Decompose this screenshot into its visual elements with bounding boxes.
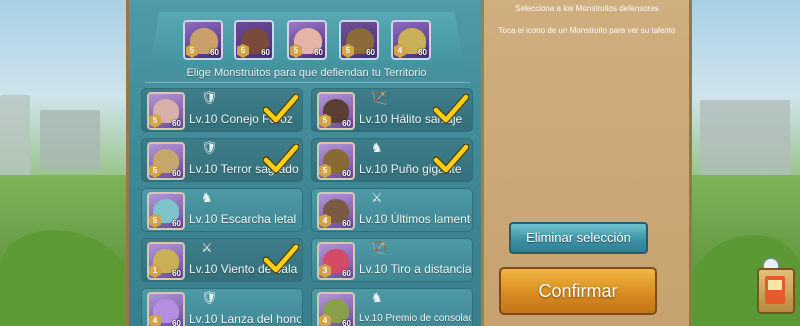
star-rank-badge: 5 (186, 44, 198, 58)
monster-portrait[interactable]: 3 60 (317, 242, 355, 280)
star-rank-badge: 3 (319, 264, 331, 278)
bow-type-icon: 🏹 (371, 90, 388, 105)
star-rank-badge: 5 (319, 164, 331, 178)
monster-portrait[interactable]: 4 60 (147, 292, 185, 326)
selected-monster-slot[interactable]: 5 60 (234, 20, 274, 60)
monster-level: 60 (418, 48, 427, 57)
horse-type-icon: ♞ (201, 190, 213, 205)
checkmark-icon (433, 94, 469, 124)
star-rank-badge: 5 (290, 44, 302, 58)
monster-level: 60 (342, 219, 351, 228)
monster-portrait[interactable]: 4 60 (317, 292, 355, 326)
monster-card[interactable]: 5 60 ♞ Lv.10 Puño gigante (311, 138, 473, 182)
monster-name: Lv.10 Escarcha letal (189, 212, 297, 226)
shield-type-icon: 🛡 (201, 90, 218, 105)
checkmark-icon (263, 144, 299, 174)
monster-name: Lv.10 Premio de consolación (359, 313, 471, 324)
background-ruin (700, 100, 790, 175)
shield-type-icon: 🛡 (201, 140, 218, 155)
selection-subtitle: Elige Monstruitos para que defiendan tu … (186, 67, 427, 79)
monster-level: 60 (210, 48, 219, 57)
background-ruin (40, 110, 100, 170)
monster-portrait[interactable]: 5 60 (317, 142, 355, 180)
monster-level: 60 (261, 48, 270, 57)
monster-name: Lv.10 Lanza del honor (189, 312, 301, 326)
star-rank-badge: 5 (149, 214, 161, 228)
monster-level: 60 (342, 169, 351, 178)
monster-level: 60 (366, 48, 375, 57)
monster-level: 60 (314, 48, 323, 57)
monster-level: 60 (342, 119, 351, 128)
monster-card[interactable]: 5 60 🛡 Lv.10 Conejo Feroz (141, 88, 303, 132)
background-ruin (0, 95, 30, 185)
monster-level: 60 (342, 269, 351, 278)
star-rank-badge: 5 (342, 44, 354, 58)
bow-type-icon: 🏹 (371, 240, 388, 255)
shield-type-icon: 🛡 (201, 290, 218, 305)
selected-monster-slot[interactable]: 5 60 (339, 20, 379, 60)
monster-list[interactable]: 5 60 🛡 Lv.10 Conejo Feroz 5 60 🏹 Lv.10 Hálito s… (141, 88, 473, 326)
star-rank-badge: 5 (149, 164, 161, 178)
monster-level: 60 (342, 319, 351, 326)
monster-portrait[interactable]: 1 60 (147, 242, 185, 280)
clear-selection-button[interactable]: Eliminar selección (509, 222, 648, 254)
quest-tag-icon (768, 280, 782, 290)
monster-card[interactable]: 5 60 🛡 Lv.10 Terror sagrado (141, 138, 303, 182)
monster-card[interactable]: 5 60 ♞ Lv.10 Escarcha letal (141, 188, 303, 232)
star-rank-badge: 5 (149, 114, 161, 128)
star-rank-badge: 1 (149, 264, 161, 278)
horse-type-icon: ♞ (371, 290, 383, 305)
monster-level: 60 (172, 169, 181, 178)
selected-monster-slot[interactable]: 5 60 (183, 20, 223, 60)
monster-name: Lv.10 Últimos lamentos (359, 212, 471, 226)
selected-monster-slot[interactable]: 5 60 (287, 20, 327, 60)
monster-card[interactable]: 1 60 ⚔ Lv.10 Viento de bala (141, 238, 303, 282)
monster-card[interactable]: 5 60 🏹 Lv.10 Hálito salvaje (311, 88, 473, 132)
star-rank-badge: 4 (394, 44, 406, 58)
monster-card[interactable]: 3 60 🏹 Lv.10 Tiro a distancia (311, 238, 473, 282)
monster-level: 60 (172, 269, 181, 278)
mixed-type-icon: ⚔ (201, 240, 213, 255)
mixed-type-icon: ⚔ (371, 190, 383, 205)
star-rank-badge: 5 (319, 114, 331, 128)
monster-portrait[interactable]: 4 60 (317, 192, 355, 230)
monster-card[interactable]: 460 ♞ Lv.10 Premio de consolación (311, 288, 473, 326)
hint-body: Toca el icono de un Monstruito para ver … (498, 26, 676, 35)
selected-monster-slot[interactable]: 4 60 (391, 20, 431, 60)
monster-portrait[interactable]: 5 60 (147, 192, 185, 230)
monster-level: 60 (172, 319, 181, 326)
checkmark-icon (433, 144, 469, 174)
monster-name: Lv.10 Tiro a distancia (359, 262, 471, 276)
star-rank-badge: 4 (319, 214, 331, 228)
divider (145, 82, 470, 83)
monster-card[interactable]: 4 60 ⚔ Lv.10 Últimos lamentos (311, 188, 473, 232)
monster-portrait[interactable]: 5 60 (317, 92, 355, 130)
confirm-button[interactable]: Confirmar (499, 267, 657, 315)
horse-type-icon: ♞ (371, 140, 383, 155)
checkmark-icon (263, 94, 299, 124)
monster-portrait[interactable]: 5 60 (147, 142, 185, 180)
monster-card[interactable]: 4 60 🛡 Lv.10 Lanza del honor (141, 288, 303, 326)
star-rank-badge: 5 (237, 44, 249, 58)
side-quest-icon[interactable] (757, 268, 795, 314)
hint-title: Selecciona a los Monstruitos defensores (515, 4, 659, 13)
monster-level: 60 (172, 219, 181, 228)
monster-level: 60 (172, 119, 181, 128)
checkmark-icon (263, 244, 299, 274)
monster-portrait[interactable]: 5 60 (147, 92, 185, 130)
